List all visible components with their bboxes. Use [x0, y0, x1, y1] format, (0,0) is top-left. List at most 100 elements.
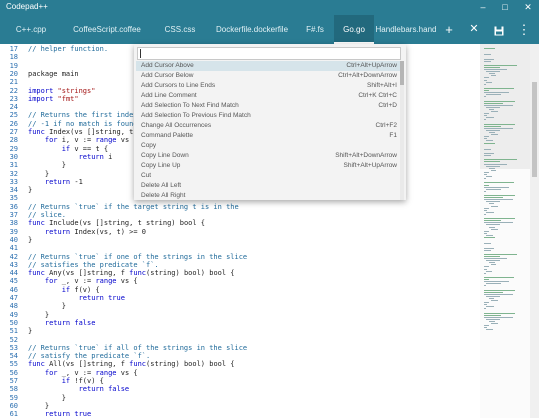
editor-scrollbar[interactable]	[530, 44, 539, 418]
command-label: Copy Line Up	[141, 162, 181, 169]
command-item[interactable]: Add Selection To Next Find Match Ctrl+D	[136, 101, 400, 111]
minimap-line	[484, 207, 490, 209]
new-tab-button[interactable]: +	[438, 15, 460, 44]
minimap-line	[486, 329, 493, 331]
editor-scrollbar-thumb[interactable]	[532, 82, 537, 177]
more-menu-button[interactable]: ⋮	[513, 15, 535, 44]
command-shortcut: Ctrl+F2	[375, 122, 398, 129]
code-token: func	[28, 360, 50, 369]
minimap-line	[484, 79, 487, 81]
code-token: // Returns `true` if one of the strings …	[28, 252, 248, 261]
code-line[interactable]: import "fmt"	[28, 95, 79, 104]
code-token: (string) bool) bool {	[146, 360, 235, 369]
close-window-button[interactable]: ✕	[517, 0, 539, 15]
minimap-line	[484, 186, 510, 188]
tab-coffeescript[interactable]: CoffeeScript.coffee	[62, 15, 152, 44]
minimize-button[interactable]: –	[472, 0, 494, 15]
code-token: if	[61, 285, 75, 294]
tab-handlebars[interactable]: Handlebars.hand	[374, 15, 438, 44]
code-token: vs {	[120, 277, 138, 286]
code-line[interactable]: }	[28, 236, 32, 245]
code-line[interactable]: // helper function.	[28, 45, 108, 54]
tab-label: Handlebars.hand	[375, 25, 437, 34]
command-label: Delete All Left	[141, 182, 182, 189]
tab-cpp[interactable]: C++.cpp	[0, 15, 62, 44]
command-item[interactable]: Command Palette F1	[136, 131, 400, 141]
command-palette-input[interactable]	[137, 47, 401, 60]
minimap-line	[486, 283, 501, 285]
minimap-line	[488, 262, 496, 264]
code-line[interactable]: return false	[28, 319, 96, 328]
code-token: }	[28, 235, 33, 244]
code-token: }	[28, 161, 66, 170]
minimap-line	[484, 119, 486, 121]
minimap-line	[486, 71, 500, 73]
code-token: // satisfies the predicate `f`.	[28, 260, 159, 269]
command-item[interactable]: Add Selection To Previous Find Match	[136, 111, 400, 121]
minimap-line	[486, 129, 500, 131]
tab-go[interactable]: Go.go	[334, 15, 374, 44]
minimap-line	[491, 228, 499, 230]
tab-css[interactable]: CSS.css	[152, 15, 208, 44]
tab-dockerfile[interactable]: Dockerfile.dockerfile	[208, 15, 296, 44]
minimap-line	[484, 293, 514, 295]
code-token: // slice.	[28, 211, 66, 219]
command-item[interactable]: Cut	[136, 171, 400, 181]
code-line[interactable]: }	[28, 327, 32, 336]
command-item[interactable]: Delete All Left	[136, 181, 400, 191]
code-token: }	[28, 310, 50, 319]
command-item[interactable]: Delete All Right	[136, 191, 400, 200]
code-line[interactable]: package main	[28, 70, 79, 79]
command-label: Delete All Right	[141, 192, 186, 199]
save-button[interactable]	[488, 15, 510, 44]
code-token: -1	[74, 177, 83, 186]
command-item[interactable]: Add Line Comment Ctrl+K Ctrl+C	[136, 91, 400, 101]
command-item[interactable]: Copy	[136, 141, 400, 151]
minimap-line	[484, 115, 487, 117]
code-token: Index(vs, t) >= 0	[74, 227, 147, 236]
command-item[interactable]: Copy Line Down Shift+Alt+DownArrow	[136, 151, 400, 161]
code-token: return	[44, 227, 75, 236]
minimap-line	[484, 153, 494, 154]
tab-fsharp[interactable]: F#.fs	[296, 15, 334, 44]
command-item[interactable]: Add Cursor Below Ctrl+Alt+DownArrow	[136, 71, 400, 81]
command-list: Add Cursor Above Ctrl+Alt+UpArrow Add Curs…	[134, 61, 400, 200]
minimap-line	[484, 279, 490, 280]
command-item[interactable]: Copy Line Up Shift+Alt+UpArrow	[136, 161, 400, 171]
command-list-scrollbar[interactable]	[400, 61, 404, 200]
minimap-line	[491, 134, 499, 136]
minimap-line	[484, 209, 487, 211]
command-list-scrollbar-thumb[interactable]	[400, 61, 404, 85]
command-item[interactable]: Add Cursors to Line Ends Shift+Alt+I	[136, 81, 400, 91]
minimap-line	[484, 314, 502, 316]
minimap-line	[491, 169, 496, 171]
code-token: // Returns `true` if all of the strings …	[28, 343, 248, 352]
line-number-gutter: 17 18 19 20 21 22 23 24 25 26 27 28 29 30 31 32 33 34 35 36…	[0, 44, 20, 418]
code-line[interactable]: return Index(vs, t) >= 0	[28, 228, 146, 237]
minimap-line	[491, 264, 496, 266]
maximize-button[interactable]: □	[494, 0, 516, 15]
code-token: // -1 if no match is found.	[28, 119, 142, 128]
code-line[interactable]: }	[28, 186, 32, 195]
close-tab-button[interactable]: ✕	[463, 15, 485, 44]
command-item[interactable]: Add Cursor Above Ctrl+Alt+UpArrow	[136, 61, 400, 71]
code-line[interactable]: return -1	[28, 178, 83, 187]
minimap-line	[484, 272, 486, 274]
minimap[interactable]	[480, 44, 530, 418]
minimap-line	[488, 167, 496, 169]
minimap-line	[484, 266, 490, 268]
text-caret	[140, 49, 141, 58]
minimap-line	[488, 297, 495, 299]
minimap-line	[484, 184, 490, 186]
tab-label: Go.go	[343, 25, 365, 34]
minimap-line	[484, 268, 487, 270]
command-item[interactable]: Change All Occurrences Ctrl+F2	[136, 121, 400, 131]
minimap-line	[484, 291, 503, 293]
minimap-line	[484, 136, 490, 138]
